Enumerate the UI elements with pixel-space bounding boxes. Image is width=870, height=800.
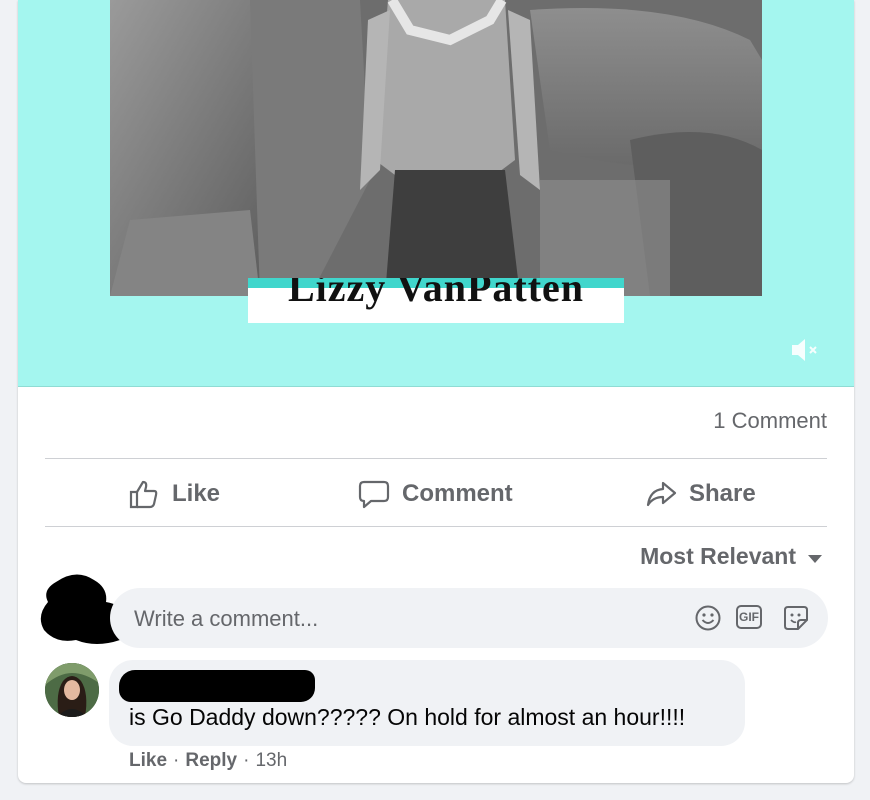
comment-button[interactable]: Comment — [358, 476, 513, 512]
share-icon — [646, 481, 677, 507]
video-player[interactable]: Lizzy VanPatten — [18, 0, 854, 387]
like-button[interactable]: Like — [128, 476, 220, 512]
like-label: Like — [172, 480, 221, 507]
divider — [45, 526, 827, 527]
comment-icon — [358, 480, 390, 509]
emoji-icon[interactable] — [694, 604, 722, 632]
gif-icon[interactable]: GIF — [736, 605, 762, 629]
share-button[interactable]: Share — [645, 476, 756, 512]
mute-icon[interactable] — [790, 336, 820, 364]
comment-timestamp[interactable]: 13h — [255, 750, 287, 772]
video-still-image — [110, 0, 762, 296]
comment-count[interactable]: 1 Comment — [713, 408, 827, 434]
commenter-avatar[interactable] — [45, 663, 99, 717]
comment-input[interactable] — [132, 602, 656, 636]
caption-text: Lizzy VanPatten — [287, 278, 585, 310]
separator-dot: · — [173, 750, 180, 771]
like-icon — [129, 480, 158, 509]
share-label: Share — [689, 480, 756, 507]
separator-dot: · — [243, 750, 250, 771]
comment-text: is Go Daddy down????? On hold for almost… — [129, 704, 686, 730]
video-caption: Lizzy VanPatten — [248, 278, 624, 323]
sort-label: Most Relevant — [640, 543, 796, 569]
post-card: Lizzy VanPatten 1 Comment Like Comment S… — [18, 0, 854, 783]
comment-composer: GIF — [110, 588, 828, 648]
comment-label: Comment — [402, 480, 513, 507]
video-frame[interactable] — [110, 0, 762, 296]
comment-reply-button[interactable]: Reply — [185, 750, 237, 772]
comment-like-button[interactable]: Like — [129, 750, 167, 772]
comment-bubble: is Go Daddy down????? On hold for almost… — [109, 660, 745, 746]
redacted-commenter-name[interactable] — [119, 670, 315, 702]
sort-dropdown[interactable]: Most Relevant — [640, 543, 822, 570]
chevron-down-icon — [808, 554, 822, 563]
sticker-icon[interactable] — [782, 604, 810, 632]
divider — [45, 458, 827, 459]
comment-actions: Like · Reply · 13h — [129, 750, 287, 772]
